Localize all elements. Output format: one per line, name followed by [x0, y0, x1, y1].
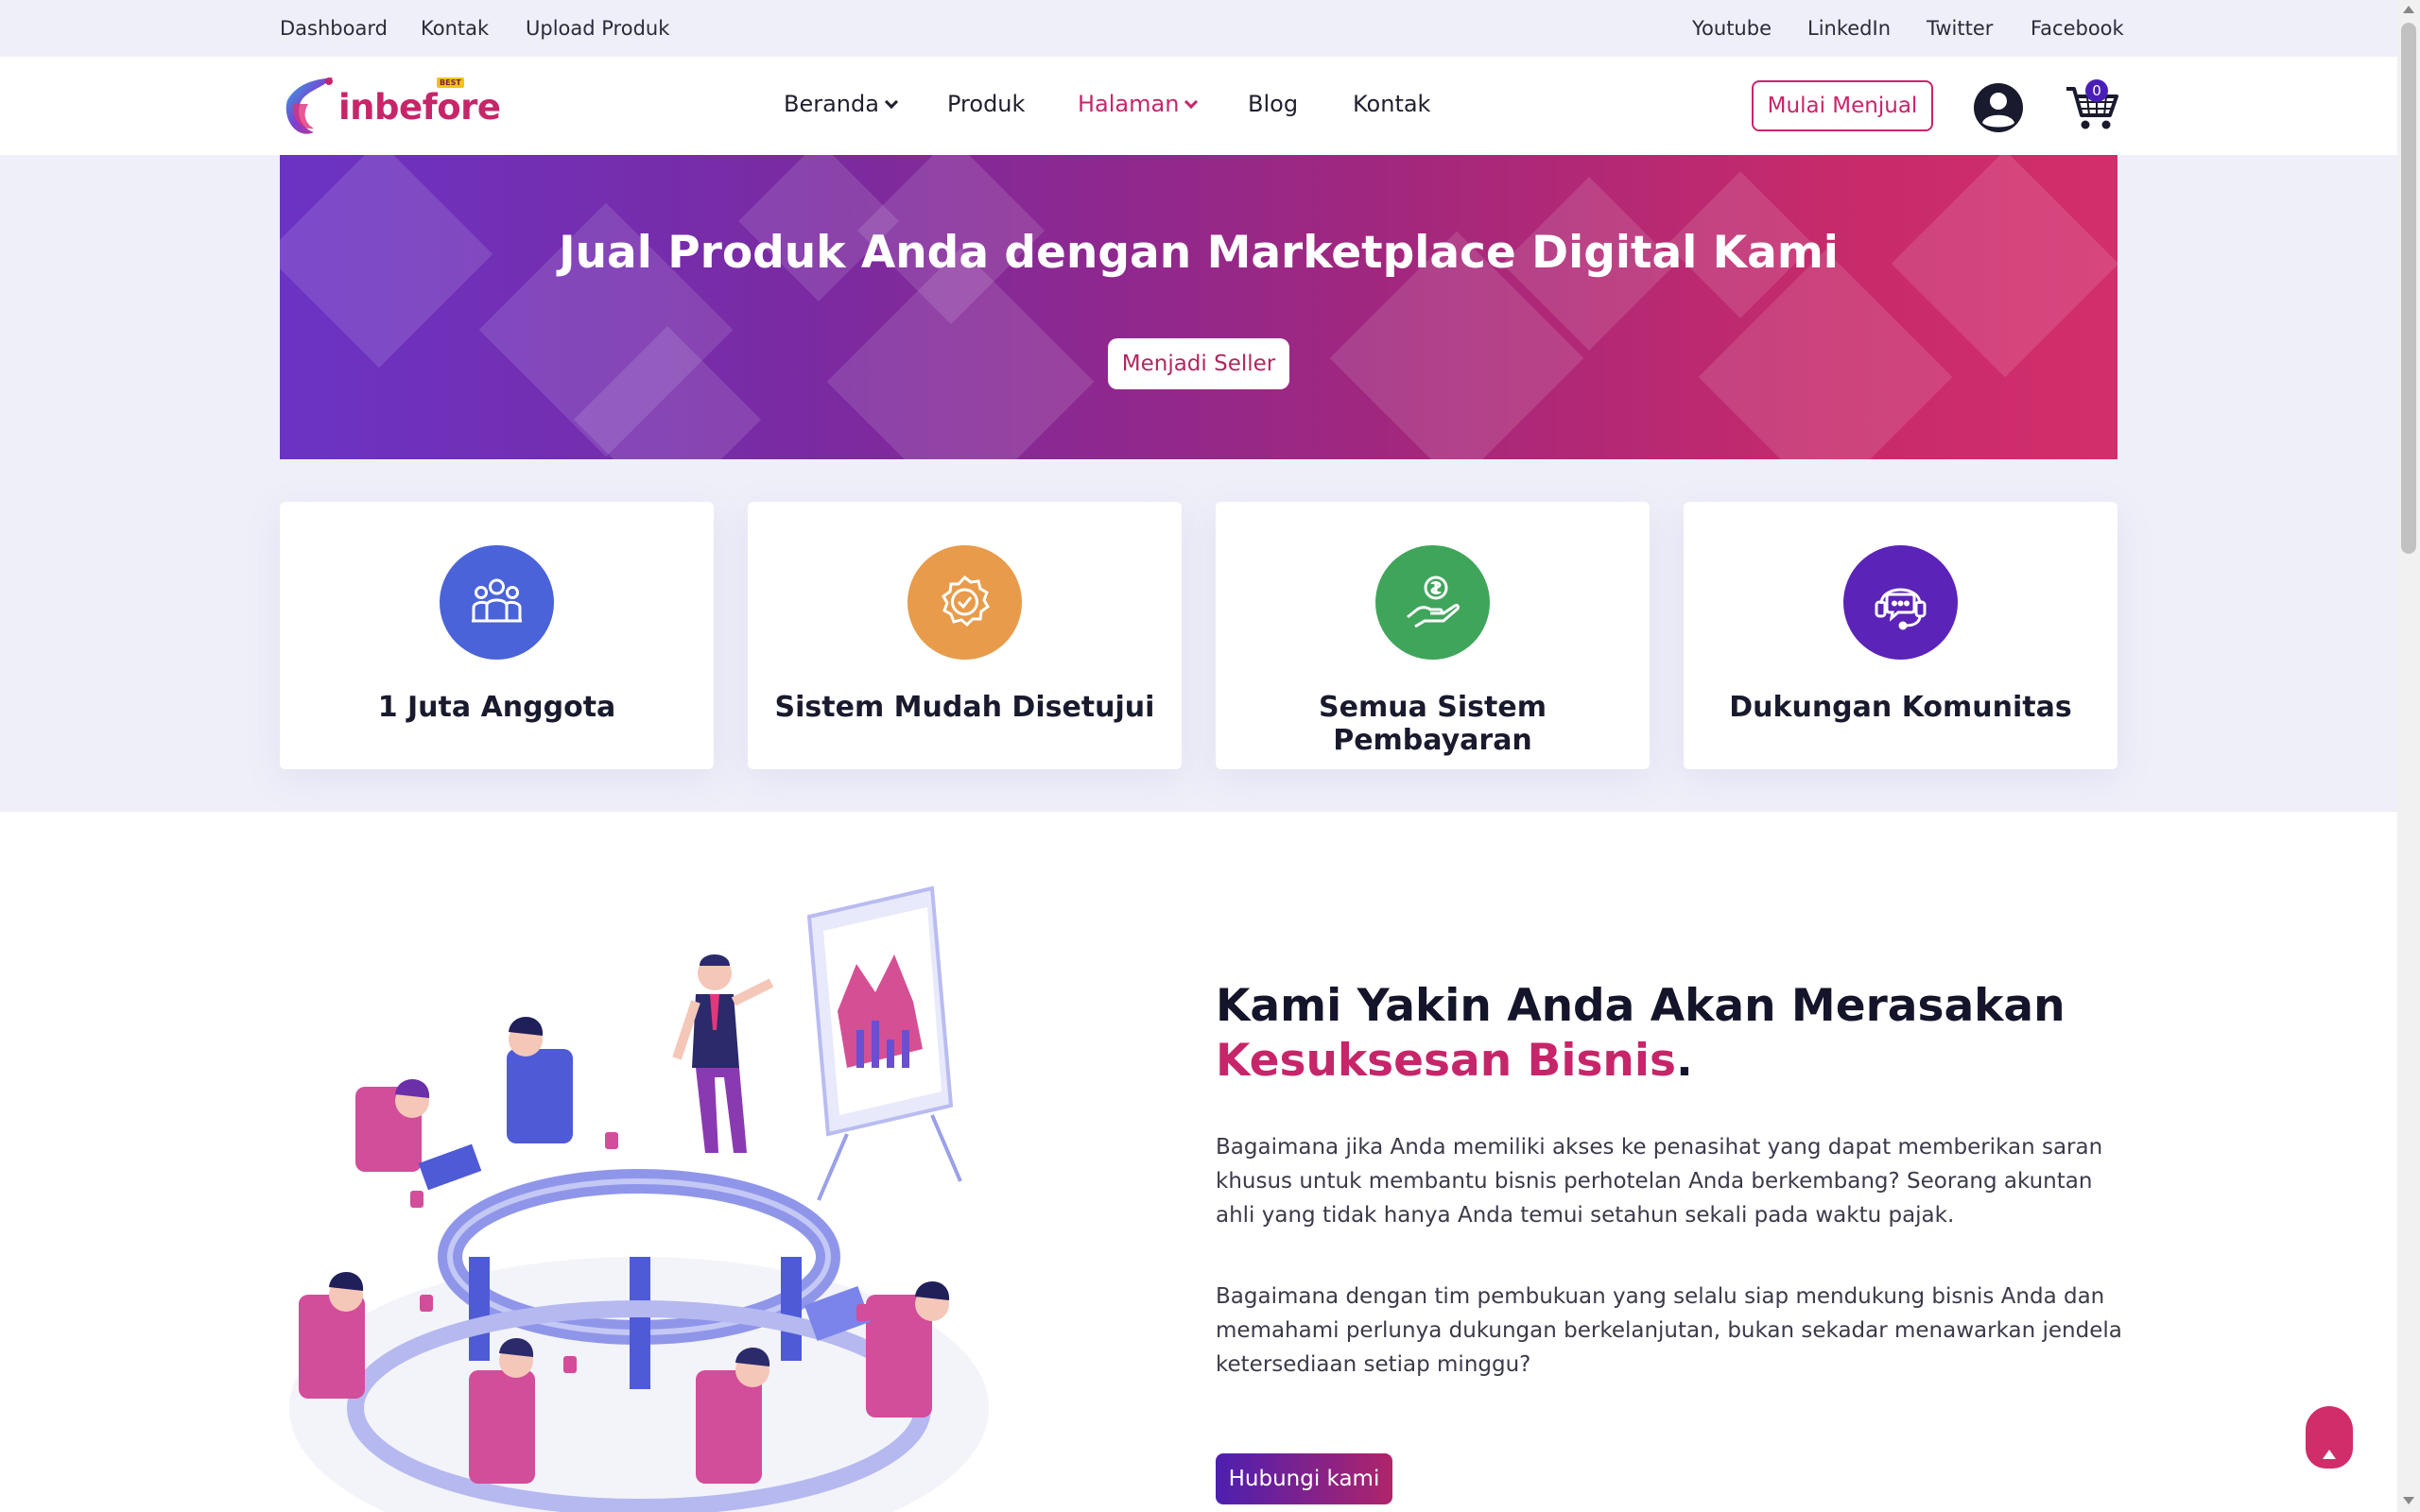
feature-icon-circle: [908, 545, 1022, 660]
topbar-link-facebook[interactable]: Facebook: [2031, 17, 2124, 40]
nav-item-label: Halaman: [1078, 91, 1180, 117]
topbar-link-upload-produk[interactable]: Upload Produk: [526, 17, 669, 40]
scroll-thumb[interactable]: [2401, 23, 2416, 554]
hero-title: Jual Produk Anda dengan Marketplace Digi…: [559, 227, 1839, 279]
brand-name: inbefore: [338, 87, 501, 128]
headset-icon: [1875, 588, 1927, 630]
feature-icon-circle: [1375, 545, 1490, 660]
nav-item-halaman[interactable]: Halaman: [1078, 91, 1199, 117]
scroll-up-icon[interactable]: [2403, 6, 2414, 13]
contact-us-button[interactable]: Hubungi kami: [1216, 1453, 1392, 1504]
nav-item-label: Produk: [947, 91, 1026, 117]
feature-card-community: Dukungan Komunitas: [1684, 502, 2118, 769]
feature-label: Dukungan Komunitas: [1729, 691, 2072, 724]
top-bar: Dashboard Kontak Upload Produk Youtube L…: [0, 0, 2397, 57]
headline-period: .: [1675, 1035, 1693, 1087]
feature-label: Semua Sistem Pembayaran: [1319, 691, 1547, 757]
feature-card-members: 1 Juta Anggota: [280, 502, 714, 769]
arrow-up-icon: [2323, 1450, 2336, 1459]
topbar-link-twitter[interactable]: Twitter: [1927, 17, 1993, 40]
main-navbar: inbefore BEST Beranda Produk Halaman Blo…: [0, 57, 2397, 155]
topbar-link-linkedin[interactable]: LinkedIn: [1807, 17, 1891, 40]
users-icon: [472, 578, 522, 623]
logo-bird-icon: [285, 77, 333, 134]
nav-item-label: Beranda: [784, 91, 879, 117]
cart-count-badge: 0: [2085, 79, 2108, 102]
nav-item-produk[interactable]: Produk: [947, 91, 1025, 117]
topbar-link-youtube[interactable]: Youtube: [1692, 17, 1772, 40]
feature-card-payment: Semua Sistem Pembayaran: [1216, 502, 1650, 769]
about-paragraph-2: Bagaimana dengan tim pembukuan yang sela…: [1216, 1284, 2122, 1377]
feature-card-approval: Sistem Mudah Disetujui: [748, 502, 1182, 769]
scroll-down-icon[interactable]: [2403, 1497, 2414, 1504]
nav-item-kontak[interactable]: Kontak: [1353, 91, 1430, 117]
feature-label: 1 Juta Anggota: [377, 691, 616, 724]
topbar-link-kontak[interactable]: Kontak: [421, 17, 489, 40]
topbar-link-dashboard[interactable]: Dashboard: [280, 17, 388, 40]
back-to-top-button[interactable]: [2306, 1406, 2353, 1469]
chevron-down-icon: [884, 94, 899, 110]
nav-item-label: Kontak: [1353, 91, 1431, 117]
headline-accent: Kesuksesan Bisnis: [1216, 1035, 1676, 1087]
page-scrollbar[interactable]: [2397, 0, 2420, 1512]
payment-hand-icon: [1407, 576, 1460, 628]
brand-logo[interactable]: inbefore BEST: [280, 72, 501, 142]
nav-item-label: Blog: [1248, 91, 1299, 117]
about-paragraph-1: Bagaimana jika Anda memiliki akses ke pe…: [1216, 1135, 2103, 1228]
nav-item-beranda[interactable]: Beranda: [784, 91, 899, 117]
feature-label: Sistem Mudah Disetujui: [774, 691, 1155, 724]
nav-item-blog[interactable]: Blog: [1248, 91, 1298, 117]
badge-check-icon: [942, 575, 990, 627]
become-seller-button[interactable]: Menjadi Seller: [1108, 338, 1289, 389]
team-meeting-illustration: [289, 885, 989, 1512]
chevron-down-icon: [1184, 94, 1199, 110]
about-headline: Kami Yakin Anda Akan Merasakan Kesuksesa…: [1216, 979, 2114, 1089]
user-icon[interactable]: [1974, 83, 2023, 132]
start-selling-button[interactable]: Mulai Menjual: [1752, 80, 1933, 131]
brand-badge: BEST: [437, 77, 464, 88]
hero-banner: Jual Produk Anda dengan Marketplace Digi…: [280, 155, 2118, 459]
headline-text: Kami Yakin Anda Akan Merasakan: [1216, 980, 2066, 1032]
feature-icon-circle: [440, 545, 554, 660]
feature-icon-circle: [1843, 545, 1958, 660]
